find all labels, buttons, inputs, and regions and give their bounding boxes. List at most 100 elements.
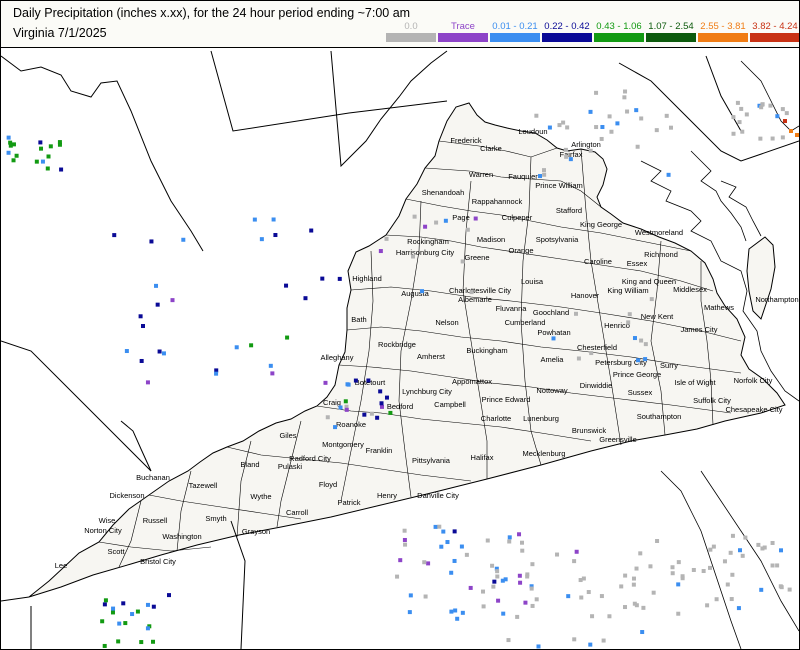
station-marker [284,283,289,288]
county-label: Cumberland [505,318,546,327]
legend-item: 0.01 - 0.21 [489,21,541,43]
station-marker [779,548,784,553]
station-marker [619,584,624,589]
station-marker [547,125,552,130]
station-marker [561,120,566,125]
station-marker [492,579,497,584]
station-marker [705,603,710,608]
county-label: Fauquier [508,172,538,181]
station-marker [730,533,735,538]
station-marker [787,587,792,592]
station-marker [635,144,640,149]
station-marker [412,214,417,219]
station-marker [485,538,490,543]
station-marker [460,610,465,615]
station-marker [117,621,122,626]
station-marker [110,610,115,615]
county-label: Greene [464,253,489,262]
station-marker [641,605,646,610]
station-marker [491,584,496,589]
station-marker [34,159,39,164]
county-label: Henry [377,491,397,500]
station-marker [48,144,53,149]
county-label: Campbell [434,400,466,409]
station-marker [631,582,636,587]
county-label: Pittsylvania [412,456,451,465]
station-marker [469,290,474,295]
county-label: Norfolk City [734,376,773,385]
county-label: Hanover [571,291,600,300]
county-label: Caroline [584,257,612,266]
county-label: Botetourt [355,378,386,387]
station-marker [586,590,591,595]
station-marker [337,276,342,281]
station-marker [270,371,275,376]
station-marker [135,609,140,614]
county-label: Frederick [450,136,482,145]
station-marker [384,395,389,400]
station-marker [515,614,520,619]
station-marker [375,415,380,420]
station-marker [145,380,150,385]
station-marker [102,643,107,648]
station-marker [455,616,460,621]
county-label: Albemarle [458,295,492,304]
county-label: Arlington [571,140,601,149]
county-label: Suffolk City [693,396,731,405]
station-marker [59,167,64,172]
station-marker [465,227,470,232]
county-label: Bland [240,460,259,469]
county-label: Rockbridge [378,340,416,349]
station-marker [590,614,595,619]
county-label: Mecklenburg [523,449,566,458]
county-label: Greensville [599,435,637,444]
station-marker [6,135,11,140]
eastern-shore-shape [746,236,776,320]
station-marker [121,601,126,606]
station-marker [664,113,669,118]
station-marker [588,148,593,153]
legend-item: 1.07 - 2.54 [645,21,697,43]
county-label: Nelson [435,318,458,327]
station-marker [655,539,660,544]
station-marker [8,143,13,148]
station-marker [501,611,506,616]
station-marker [259,237,264,242]
station-marker [744,112,749,117]
legend-swatch [646,33,696,42]
legend-swatch [698,33,748,42]
station-marker [379,401,384,406]
station-marker [379,404,384,409]
station-marker [426,561,431,566]
station-marker [140,324,145,329]
station-marker [112,233,117,238]
station-marker [271,217,276,222]
county-label: Middlesex [673,285,707,294]
county-label: Clarke [480,144,502,153]
station-marker [151,639,156,644]
station-marker [403,542,408,547]
station-marker [320,276,325,281]
station-marker [496,598,501,603]
station-marker [728,550,733,555]
station-marker [607,614,612,619]
station-marker [420,289,425,294]
station-marker [627,312,632,317]
station-marker [468,585,473,590]
station-marker [634,566,639,571]
station-marker [600,125,605,130]
station-marker [103,598,108,603]
station-marker [11,158,16,163]
station-marker [398,558,403,563]
station-marker [607,114,612,119]
station-marker [407,610,412,615]
station-marker [449,609,454,614]
station-marker [634,108,639,113]
station-marker [740,129,745,134]
virginia-precipitation-map: LoudounFrederickClarke ArlingtonFairfaxWa… [1,50,799,649]
station-marker [649,297,654,302]
county-label: Carroll [286,508,308,517]
station-marker [722,559,727,564]
station-marker [214,371,219,376]
station-marker [530,562,535,567]
